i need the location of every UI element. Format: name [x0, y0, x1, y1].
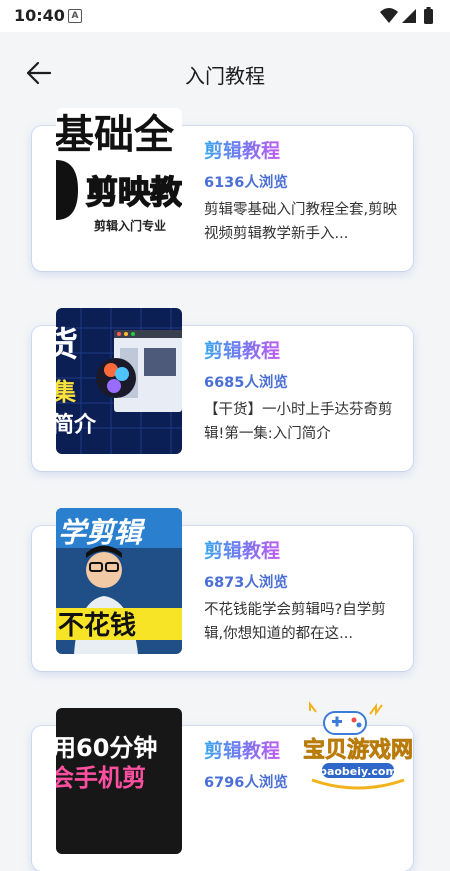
thumb-text-2: 不花钱 — [58, 611, 136, 641]
notification-icon: A — [68, 9, 82, 23]
wifi-icon — [380, 8, 398, 23]
thumb-text-2: 集 — [56, 378, 77, 406]
status-time: 10:40 — [14, 6, 65, 25]
tutorial-thumbnail: 学剪辑 不花钱 — [56, 508, 182, 654]
page-title: 入门教程 — [185, 64, 265, 88]
thumb-text-2: 会手机剪 — [56, 764, 146, 792]
watermark-url: baobeiy.com — [319, 765, 397, 778]
card-title: 剪辑教程 — [204, 536, 280, 563]
tutorial-card[interactable]: 学剪辑 不花钱 剪辑教程 6873人浏览 不花钱能学会剪辑吗?自学剪辑,你想知道… — [32, 508, 413, 671]
card-views: 6873人浏览 — [204, 575, 288, 591]
thumb-text-1: 学剪辑 — [58, 516, 146, 549]
tutorial-thumbnail: 货 集 简介 — [56, 308, 182, 454]
thumb-text-3: 剪辑入门专业 — [94, 218, 166, 233]
thumb-text-1: 基础全 — [56, 112, 175, 158]
thumb-text-2: 剪映教 — [86, 173, 182, 211]
tutorial-card[interactable]: 基础全 剪映教 剪辑入门专业 剪辑教程 6136人浏览 剪辑零基础入门教程全套,… — [32, 108, 413, 271]
tutorial-thumbnail: 用60分钟 会手机剪 — [56, 708, 182, 854]
status-bar: 10:40 A — [0, 0, 450, 32]
thumb-text-1: 用60分钟 — [56, 734, 157, 762]
status-icons — [380, 7, 433, 24]
card-title: 剪辑教程 — [204, 136, 280, 163]
battery-icon — [424, 9, 433, 24]
tutorial-card[interactable]: 货 集 简介 剪辑教程 6685人浏览 【干货】一小时上手达芬奇剪辑!第一集:入… — [32, 308, 413, 471]
card-title: 剪辑教程 — [204, 336, 280, 363]
watermark-name: 宝贝游戏网 — [303, 737, 413, 763]
tutorial-thumbnail: 基础全 剪映教 剪辑入门专业 — [56, 108, 182, 254]
header: 入门教程 — [0, 32, 450, 112]
thumb-text-3: 简介 — [56, 412, 97, 438]
card-views: 6685人浏览 — [204, 375, 288, 391]
card-views: 6136人浏览 — [204, 175, 288, 191]
gamepad-icon — [309, 701, 383, 735]
card-description: 【干货】一小时上手达芬奇剪辑!第一集:入门简介 — [204, 402, 393, 442]
site-watermark: 宝贝游戏网 baobeiy.com — [272, 700, 444, 795]
card-description: 不花钱能学会剪辑吗?自学剪辑,你想知道的都在这... — [204, 602, 386, 642]
signal-icon — [402, 9, 416, 23]
card-title: 剪辑教程 — [204, 736, 280, 763]
card-description: 剪辑零基础入门教程全套,剪映视频剪辑教学新手入... — [204, 202, 398, 242]
thumb-text-1: 货 — [56, 325, 78, 365]
